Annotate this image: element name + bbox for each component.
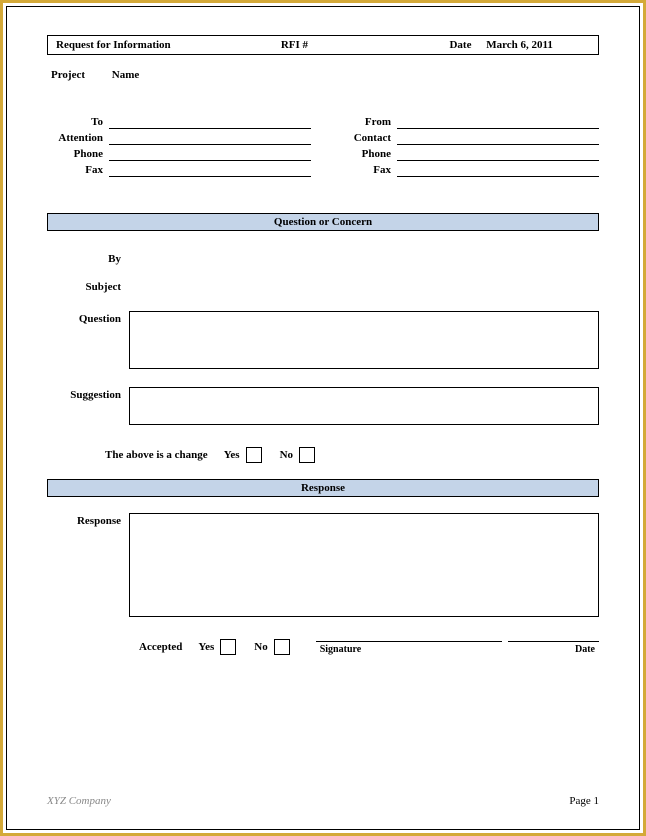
left-phone-field[interactable] [109,147,311,161]
project-row: Project Name [47,69,599,81]
signature-date-label[interactable]: Date [508,641,599,655]
footer-company: XYZ Company [47,795,111,807]
accepted-label: Accepted [139,641,182,653]
right-phone-label: Phone [335,148,397,161]
from-label: From [335,116,397,129]
left-phone-label: Phone [47,148,109,161]
suggestion-label: Suggestion [47,387,129,425]
left-fax-label: Fax [47,164,109,177]
contact-block: To Attention Phone Fax From [47,115,599,179]
accepted-yes-checkbox[interactable] [220,639,236,655]
contact-left-col: To Attention Phone Fax [47,115,311,179]
change-no-label: No [280,449,293,461]
project-label: Project [51,69,85,81]
header-rfi: RFI # [281,39,450,51]
to-label: To [47,116,109,129]
from-row: From [335,115,599,129]
change-yes-checkbox[interactable] [246,447,262,463]
date-label: Date [449,39,471,51]
page-frame: Request for Information RFI # Date March… [0,0,646,836]
project-name-label: Name [112,69,140,81]
accepted-left: Accepted Yes No [47,639,308,655]
to-row: To [47,115,311,129]
question-row: Question [47,311,599,369]
footer-page: Page 1 [569,795,599,807]
suggestion-row: Suggestion [47,387,599,425]
signature-block: Signature Date [316,641,599,655]
right-fax-field[interactable] [397,163,599,177]
question-label: Question [47,311,129,369]
left-fax-row: Fax [47,163,311,177]
contact-field[interactable] [397,131,599,145]
date-value: March 6, 2011 [486,39,553,51]
response-section-header: Response [47,479,599,497]
change-row: The above is a change Yes No [105,447,599,463]
subject-row: Subject [47,279,599,293]
subject-label: Subject [47,279,129,293]
right-phone-field[interactable] [397,147,599,161]
footer: XYZ Company Page 1 [47,795,599,807]
by-label: By [47,251,129,265]
header-bar: Request for Information RFI # Date March… [47,35,599,55]
contact-right-col: From Contact Phone Fax [335,115,599,179]
left-fax-field[interactable] [109,163,311,177]
response-row: Response [47,513,599,617]
right-fax-label: Fax [335,164,397,177]
change-no-checkbox[interactable] [299,447,315,463]
by-row: By [47,251,599,265]
contact-row: Contact [335,131,599,145]
attention-field[interactable] [109,131,311,145]
question-box[interactable] [129,311,599,369]
header-date: Date March 6, 2011 [449,39,590,51]
page-inner: Request for Information RFI # Date March… [6,6,640,830]
right-fax-row: Fax [335,163,599,177]
attention-label: Attention [47,132,109,145]
accepted-yes-label: Yes [198,641,214,653]
header-title: Request for Information [56,39,281,51]
change-yes-label: Yes [224,449,240,461]
question-section-header: Question or Concern [47,213,599,231]
response-label: Response [47,513,129,617]
attention-row: Attention [47,131,311,145]
accepted-no-checkbox[interactable] [274,639,290,655]
signature-label[interactable]: Signature [316,641,502,655]
to-field[interactable] [109,115,311,129]
response-box[interactable] [129,513,599,617]
right-phone-row: Phone [335,147,599,161]
suggestion-box[interactable] [129,387,599,425]
change-text: The above is a change [105,449,208,461]
left-phone-row: Phone [47,147,311,161]
accepted-row: Accepted Yes No Signature Date [47,639,599,655]
accepted-no-label: No [254,641,267,653]
contact-label: Contact [335,132,397,145]
from-field[interactable] [397,115,599,129]
rfi-label: RFI # [281,39,308,51]
